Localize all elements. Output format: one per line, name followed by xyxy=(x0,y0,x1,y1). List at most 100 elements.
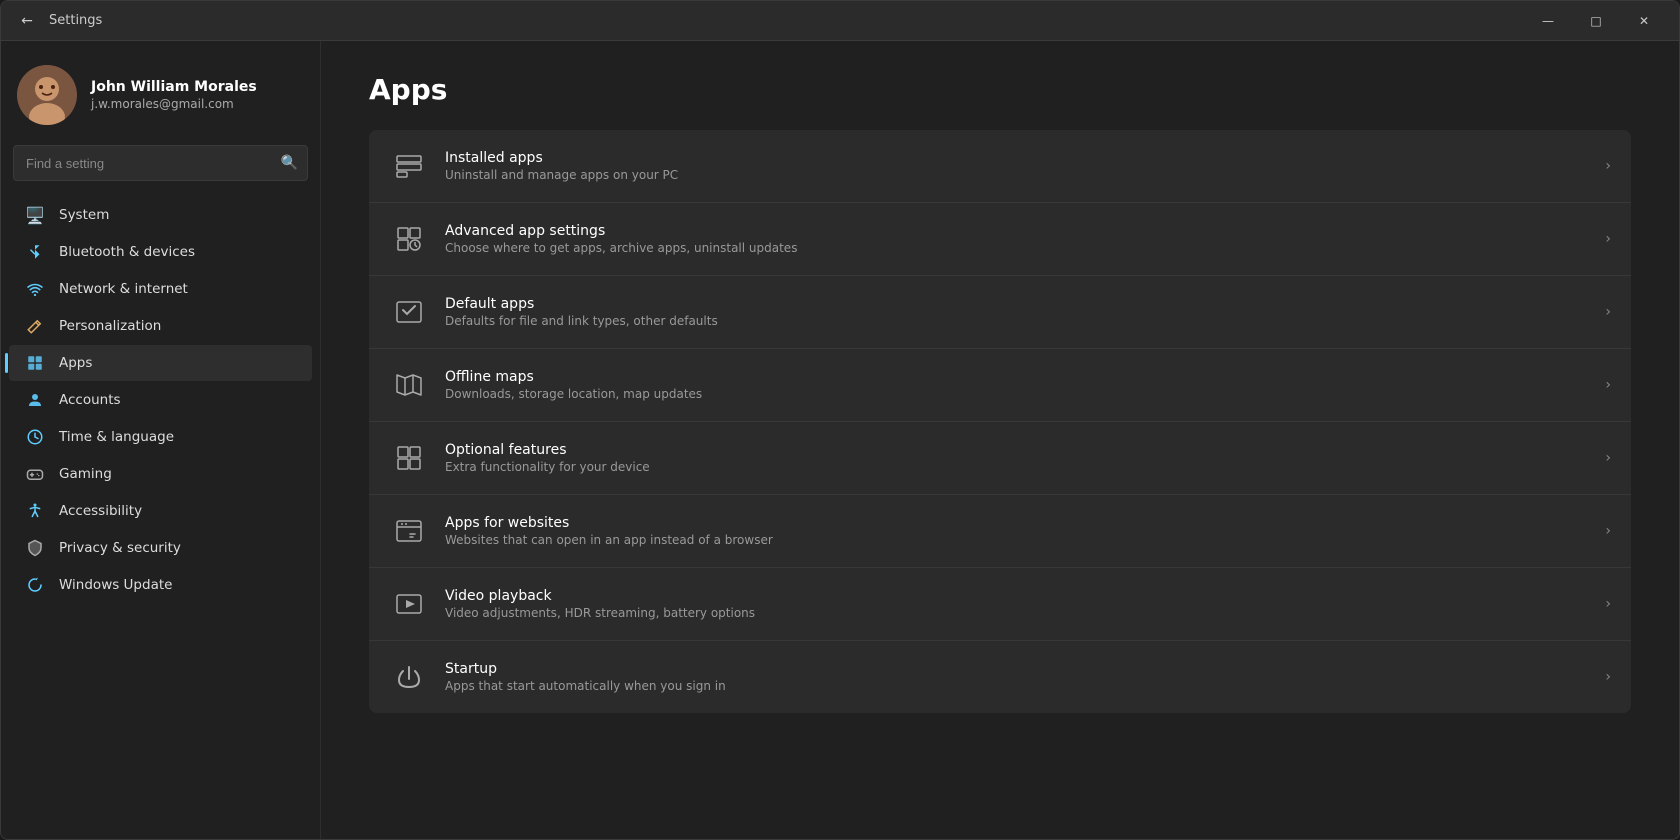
minimize-button[interactable]: — xyxy=(1525,5,1571,37)
bluetooth-icon xyxy=(25,242,45,262)
apps-websites-desc: Websites that can open in an app instead… xyxy=(445,533,1605,547)
search-box: 🔍 xyxy=(13,145,308,181)
sidebar-label-network: Network & internet xyxy=(59,281,188,297)
offline-maps-title: Offline maps xyxy=(445,369,1605,385)
startup-chevron: › xyxy=(1605,669,1611,685)
sidebar-item-accessibility[interactable]: Accessibility xyxy=(9,493,312,529)
personalization-icon xyxy=(25,316,45,336)
sidebar: John William Morales j.w.morales@gmail.c… xyxy=(1,41,321,839)
offline-maps-desc: Downloads, storage location, map updates xyxy=(445,387,1605,401)
sidebar-label-gaming: Gaming xyxy=(59,466,112,482)
time-icon xyxy=(25,427,45,447)
video-playback-text: Video playback Video adjustments, HDR st… xyxy=(445,588,1605,620)
installed-apps-title: Installed apps xyxy=(445,150,1605,166)
sidebar-label-update: Windows Update xyxy=(59,577,172,593)
installed-apps-icon xyxy=(389,146,429,186)
sidebar-label-bluetooth: Bluetooth & devices xyxy=(59,244,195,260)
default-apps-chevron: › xyxy=(1605,304,1611,320)
sidebar-item-bluetooth[interactable]: Bluetooth & devices xyxy=(9,234,312,270)
default-apps-desc: Defaults for file and link types, other … xyxy=(445,314,1605,328)
sidebar-item-update[interactable]: Windows Update xyxy=(9,567,312,603)
sidebar-item-accounts[interactable]: Accounts xyxy=(9,382,312,418)
startup-desc: Apps that start automatically when you s… xyxy=(445,679,1605,693)
optional-features-icon xyxy=(389,438,429,478)
privacy-icon xyxy=(25,538,45,558)
advanced-app-desc: Choose where to get apps, archive apps, … xyxy=(445,241,1605,255)
sidebar-item-system[interactable]: 🖥️ System xyxy=(9,197,312,233)
search-input[interactable] xyxy=(13,145,308,181)
avatar-svg xyxy=(17,65,77,125)
installed-apps-desc: Uninstall and manage apps on your PC xyxy=(445,168,1605,182)
titlebar: ← Settings — □ ✕ xyxy=(1,1,1679,41)
system-icon: 🖥️ xyxy=(25,205,45,225)
window-content: John William Morales j.w.morales@gmail.c… xyxy=(1,41,1679,839)
update-icon xyxy=(25,575,45,595)
sidebar-item-personalization[interactable]: Personalization xyxy=(9,308,312,344)
optional-features-title: Optional features xyxy=(445,442,1605,458)
optional-features-text: Optional features Extra functionality fo… xyxy=(445,442,1605,474)
settings-item-installed-apps[interactable]: Installed apps Uninstall and manage apps… xyxy=(369,130,1631,203)
offline-maps-icon xyxy=(389,365,429,405)
video-playback-title: Video playback xyxy=(445,588,1605,604)
apps-websites-title: Apps for websites xyxy=(445,515,1605,531)
avatar-image xyxy=(17,65,77,125)
video-playback-chevron: › xyxy=(1605,596,1611,612)
sidebar-item-apps[interactable]: Apps xyxy=(9,345,312,381)
sidebar-label-accounts: Accounts xyxy=(59,392,121,408)
advanced-app-chevron: › xyxy=(1605,231,1611,247)
user-email: j.w.morales@gmail.com xyxy=(91,97,257,111)
sidebar-label-apps: Apps xyxy=(59,355,92,371)
sidebar-label-privacy: Privacy & security xyxy=(59,540,181,556)
settings-item-startup[interactable]: Startup Apps that start automatically wh… xyxy=(369,641,1631,713)
close-button[interactable]: ✕ xyxy=(1621,5,1667,37)
sidebar-item-network[interactable]: Network & internet xyxy=(9,271,312,307)
sidebar-nav: 🖥️ System Bluetooth & devices xyxy=(1,197,320,603)
avatar xyxy=(17,65,77,125)
window-controls: — □ ✕ xyxy=(1525,5,1667,37)
settings-list: Installed apps Uninstall and manage apps… xyxy=(369,130,1631,713)
startup-title: Startup xyxy=(445,661,1605,677)
startup-text: Startup Apps that start automatically wh… xyxy=(445,661,1605,693)
sidebar-label-accessibility: Accessibility xyxy=(59,503,142,519)
optional-features-chevron: › xyxy=(1605,450,1611,466)
sidebar-item-gaming[interactable]: Gaming xyxy=(9,456,312,492)
installed-apps-text: Installed apps Uninstall and manage apps… xyxy=(445,150,1605,182)
sidebar-label-personalization: Personalization xyxy=(59,318,161,334)
sidebar-label-time: Time & language xyxy=(59,429,174,445)
advanced-app-text: Advanced app settings Choose where to ge… xyxy=(445,223,1605,255)
default-apps-title: Default apps xyxy=(445,296,1605,312)
sidebar-label-system: System xyxy=(59,207,109,223)
settings-window: ← Settings — □ ✕ xyxy=(0,0,1680,840)
settings-item-default-apps[interactable]: Default apps Defaults for file and link … xyxy=(369,276,1631,349)
network-icon xyxy=(25,279,45,299)
settings-item-optional-features[interactable]: Optional features Extra functionality fo… xyxy=(369,422,1631,495)
sidebar-item-time[interactable]: Time & language xyxy=(9,419,312,455)
advanced-app-title: Advanced app settings xyxy=(445,223,1605,239)
user-info: John William Morales j.w.morales@gmail.c… xyxy=(91,79,257,111)
accessibility-icon xyxy=(25,501,45,521)
main-content: Apps Installed apps Uninstall and manage… xyxy=(321,41,1679,839)
settings-item-advanced-app[interactable]: Advanced app settings Choose where to ge… xyxy=(369,203,1631,276)
default-apps-icon xyxy=(389,292,429,332)
back-button[interactable]: ← xyxy=(13,7,41,35)
maximize-button[interactable]: □ xyxy=(1573,5,1619,37)
apps-icon xyxy=(25,353,45,373)
video-playback-icon xyxy=(389,584,429,624)
settings-item-apps-websites[interactable]: Apps for websites Websites that can open… xyxy=(369,495,1631,568)
settings-item-video-playback[interactable]: Video playback Video adjustments, HDR st… xyxy=(369,568,1631,641)
default-apps-text: Default apps Defaults for file and link … xyxy=(445,296,1605,328)
apps-websites-chevron: › xyxy=(1605,523,1611,539)
gaming-icon xyxy=(25,464,45,484)
offline-maps-text: Offline maps Downloads, storage location… xyxy=(445,369,1605,401)
sidebar-item-privacy[interactable]: Privacy & security xyxy=(9,530,312,566)
user-section: John William Morales j.w.morales@gmail.c… xyxy=(1,57,320,145)
user-name: John William Morales xyxy=(91,79,257,95)
offline-maps-chevron: › xyxy=(1605,377,1611,393)
apps-websites-text: Apps for websites Websites that can open… xyxy=(445,515,1605,547)
settings-item-offline-maps[interactable]: Offline maps Downloads, storage location… xyxy=(369,349,1631,422)
installed-apps-chevron: › xyxy=(1605,158,1611,174)
page-title: Apps xyxy=(369,73,1631,106)
accounts-icon xyxy=(25,390,45,410)
optional-features-desc: Extra functionality for your device xyxy=(445,460,1605,474)
advanced-app-icon xyxy=(389,219,429,259)
